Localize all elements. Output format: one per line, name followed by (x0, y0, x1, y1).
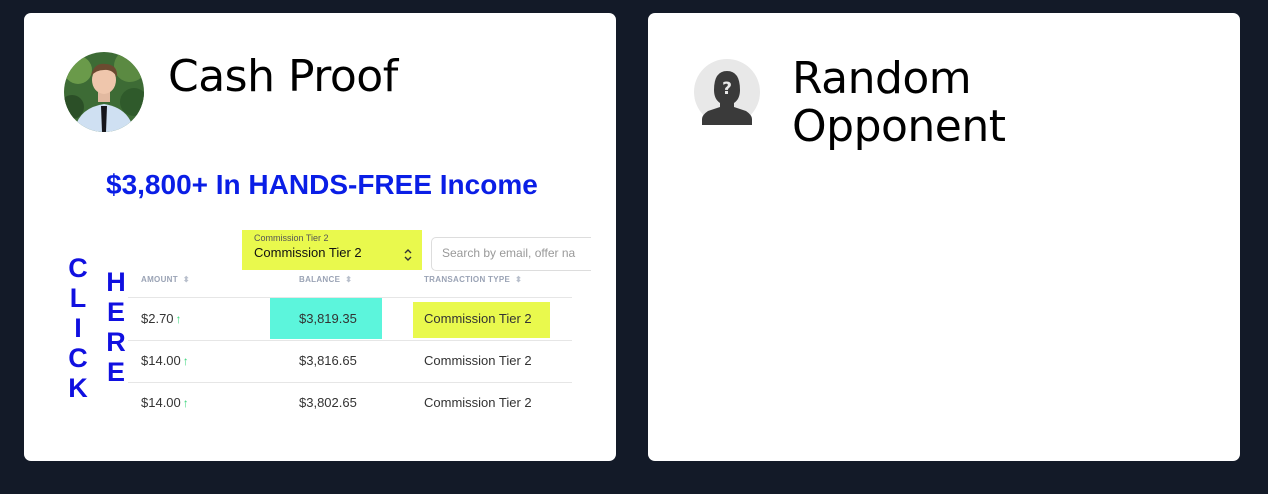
here-letter: E (106, 357, 125, 387)
arrow-up-icon: ↑ (182, 354, 189, 368)
row-divider (128, 340, 572, 341)
balance-cell: $3,816.65 (299, 353, 357, 368)
column-header-balance[interactable]: BALANCE ⬍ (299, 275, 352, 284)
sort-icon: ⬍ (182, 275, 190, 284)
profile-avatar (64, 52, 144, 132)
column-label: AMOUNT (141, 275, 178, 284)
amount-value: $2.70 (141, 311, 174, 326)
balance-cell: $3,802.65 (299, 395, 357, 410)
commission-tier-select[interactable]: Commission Tier 2 Commission Tier 2 (242, 230, 422, 270)
svg-text:?: ? (722, 79, 732, 99)
type-cell: Commission Tier 2 (424, 395, 532, 410)
click-letter: I (74, 313, 82, 343)
amount-cell: $14.00 ↑ (141, 353, 189, 368)
cash-proof-card[interactable]: Cash Proof $3,800+ In HANDS-FREE Income … (24, 13, 616, 461)
click-letter: C (68, 343, 88, 373)
unknown-user-icon: ? (694, 59, 760, 125)
random-opponent-card[interactable]: ? Random Opponent (648, 13, 1240, 461)
arrow-up-icon: ↑ (182, 396, 189, 410)
amount-cell: $14.00 ↑ (141, 395, 189, 410)
column-header-transaction-type[interactable]: TRANSACTION TYPE ⬍ (424, 275, 522, 284)
arrow-up-icon: ↑ (175, 312, 182, 326)
amount-cell: $2.70 ↑ (141, 311, 182, 326)
column-header-amount[interactable]: AMOUNT ⬍ (141, 275, 190, 284)
chevron-updown-icon (404, 249, 412, 264)
here-letter: H (106, 267, 126, 297)
sort-icon: ⬍ (515, 275, 523, 284)
type-cell: Commission Tier 2 (424, 311, 532, 326)
select-floating-label: Commission Tier 2 (254, 233, 329, 243)
select-value: Commission Tier 2 (254, 245, 362, 260)
here-letter: R (106, 327, 126, 357)
amount-value: $14.00 (141, 395, 181, 410)
here-vertical-text[interactable]: H E R E (102, 267, 130, 387)
promo-headline[interactable]: $3,800+ In HANDS-FREE Income (106, 169, 576, 201)
click-letter: C (68, 253, 88, 283)
click-vertical-text[interactable]: C L I C K (64, 253, 92, 403)
sort-icon: ⬍ (345, 275, 353, 284)
column-label: TRANSACTION TYPE (424, 275, 511, 284)
search-input[interactable]: Search by email, offer na (431, 237, 591, 271)
card-title: Random Opponent (792, 53, 1006, 152)
card-title: Cash Proof (168, 51, 398, 102)
amount-value: $14.00 (141, 353, 181, 368)
click-letter: L (69, 283, 87, 313)
balance-cell: $3,819.35 (299, 311, 357, 326)
column-label: BALANCE (299, 275, 341, 284)
here-letter: E (106, 297, 125, 327)
type-cell: Commission Tier 2 (424, 353, 532, 368)
click-letter: K (68, 373, 88, 403)
row-divider (128, 382, 572, 383)
